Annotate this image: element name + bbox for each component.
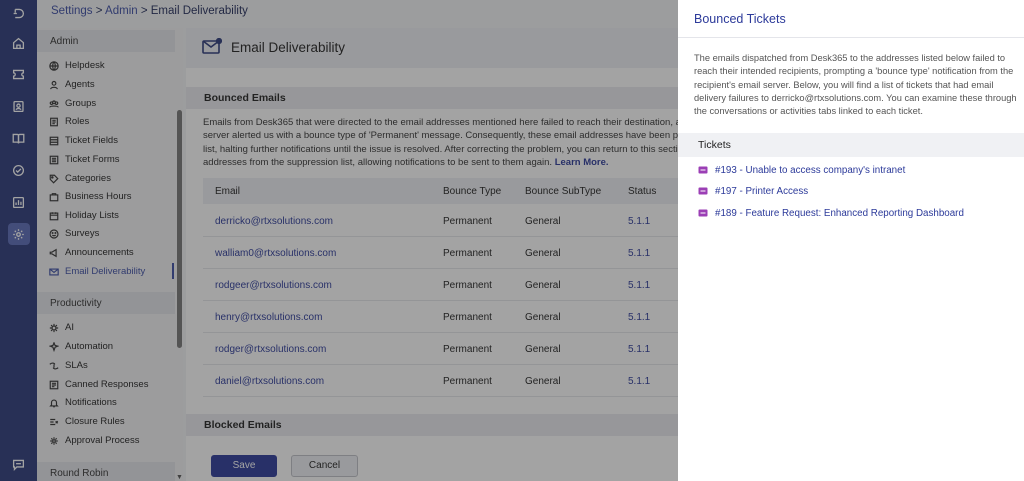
panel-divider xyxy=(678,37,1024,38)
ticket-icon xyxy=(698,166,708,174)
panel-description-line: the conversations or activities tabs lin… xyxy=(694,106,923,117)
ticket-link-label[interactable]: #189 - Feature Request: Enhanced Reporti… xyxy=(715,208,964,219)
tickets-section-header: Tickets xyxy=(678,133,1024,157)
panel-description: The emails dispatched from Desk365 to th… xyxy=(694,52,1024,118)
ticket-link[interactable]: #197 - Printer Access xyxy=(698,184,808,198)
ticket-link[interactable]: #193 - Unable to access company's intran… xyxy=(698,163,905,177)
panel-description-line: recipient's email server. Below, you wil… xyxy=(694,79,994,90)
ticket-icon xyxy=(698,209,708,217)
bounced-tickets-panel: Bounced Tickets The emails dispatched fr… xyxy=(678,0,1024,481)
panel-description-line: The emails dispatched from Desk365 to th… xyxy=(694,53,1006,63)
ticket-link[interactable]: #189 - Feature Request: Enhanced Reporti… xyxy=(698,206,964,220)
ticket-icon xyxy=(698,187,708,195)
modal-backdrop[interactable] xyxy=(0,0,678,481)
panel-description-line: reach their intended recipients, prompti… xyxy=(694,66,1014,77)
ticket-link-label[interactable]: #197 - Printer Access xyxy=(715,186,808,197)
panel-description-line: delivery failures to derricko@rtxsolutio… xyxy=(694,92,1017,103)
ticket-link-label[interactable]: #193 - Unable to access company's intran… xyxy=(715,165,905,176)
panel-title: Bounced Tickets xyxy=(694,12,786,26)
